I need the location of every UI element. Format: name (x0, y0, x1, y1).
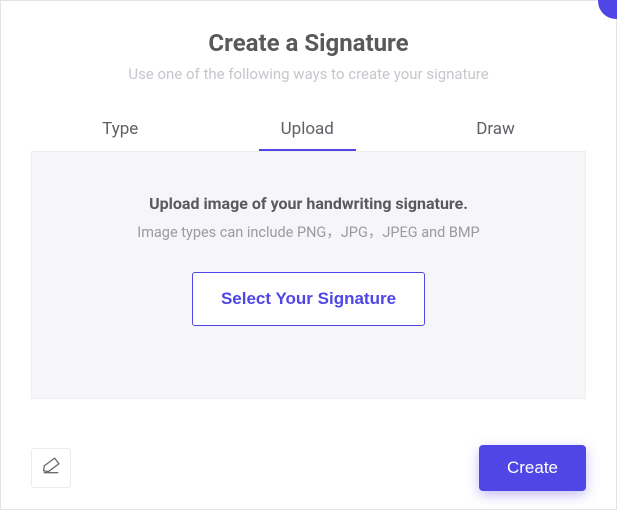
select-signature-button[interactable]: Select Your Signature (192, 272, 425, 326)
signature-modal: Create a Signature Use one of the follow… (0, 0, 617, 510)
tab-draw[interactable]: Draw (454, 111, 537, 151)
modal-header: Create a Signature Use one of the follow… (1, 1, 616, 83)
tab-upload[interactable]: Upload (259, 111, 356, 151)
eraser-button[interactable] (31, 448, 71, 488)
upload-headline: Upload image of your handwriting signatu… (52, 194, 565, 213)
modal-title: Create a Signature (21, 29, 596, 57)
modal-footer: Create (31, 445, 586, 491)
create-button[interactable]: Create (479, 445, 586, 491)
tab-bar: Type Upload Draw (31, 111, 586, 151)
tab-type[interactable]: Type (80, 111, 160, 151)
upload-panel: Upload image of your handwriting signatu… (31, 151, 586, 399)
eraser-icon (41, 456, 61, 480)
modal-subtitle: Use one of the following ways to create … (21, 65, 596, 83)
upload-subtext: Image types can include PNG，JPG，JPEG and… (52, 221, 565, 242)
